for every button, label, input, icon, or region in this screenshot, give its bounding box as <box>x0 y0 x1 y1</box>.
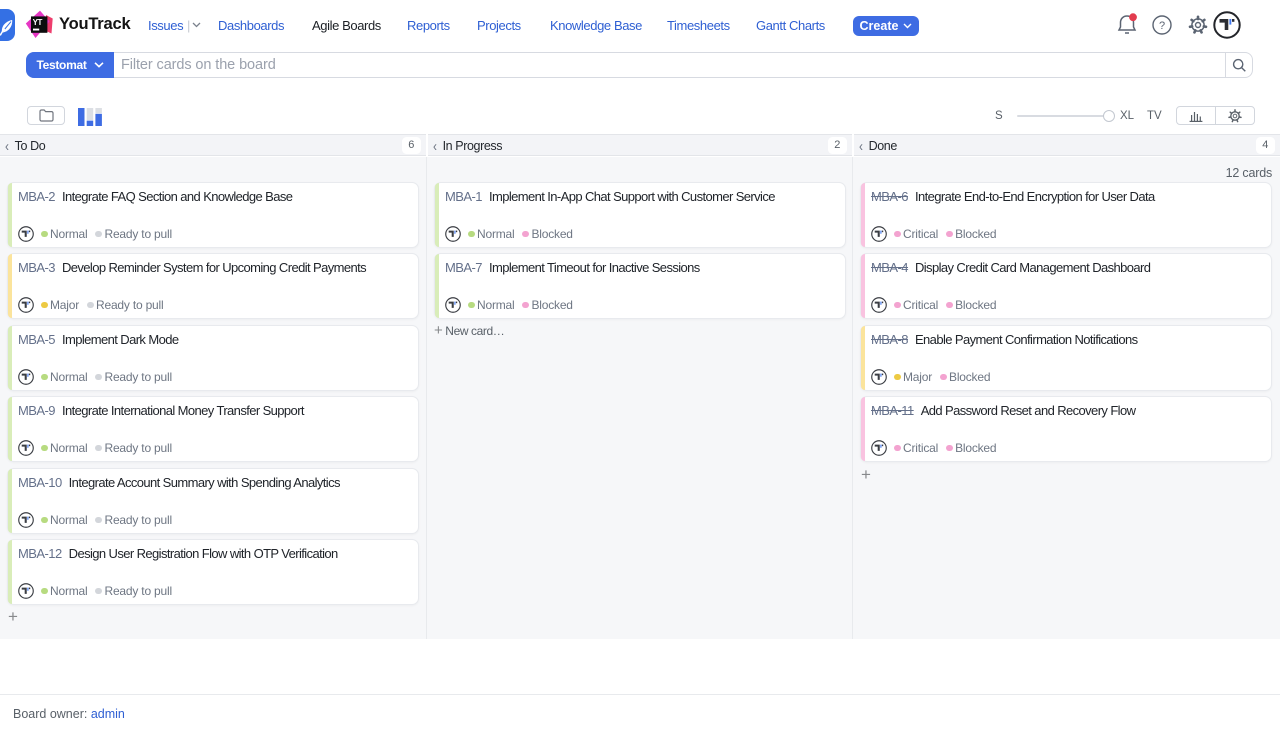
svg-text:?: ? <box>1159 20 1165 32</box>
svg-text:YT: YT <box>33 18 43 27</box>
